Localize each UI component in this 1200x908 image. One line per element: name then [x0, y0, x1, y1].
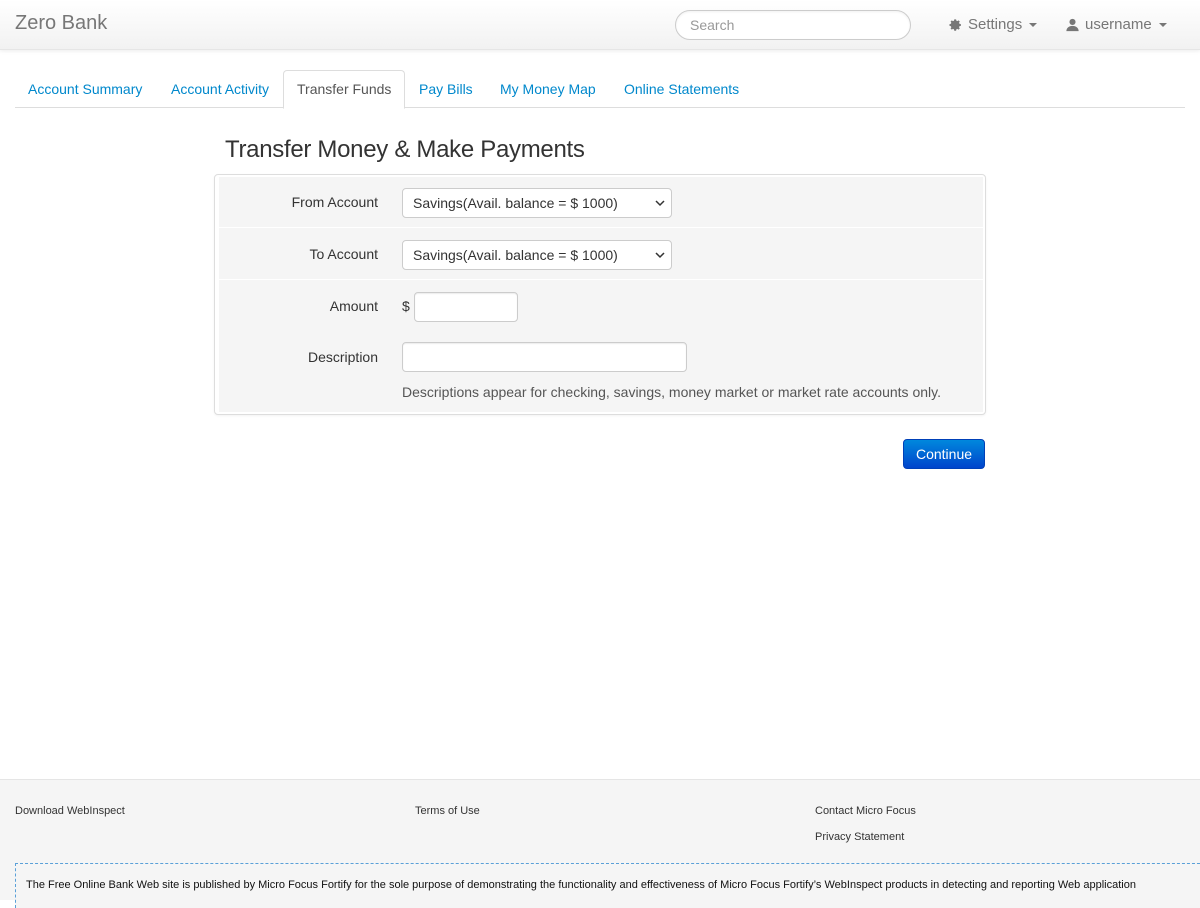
description-label: Description — [307, 349, 378, 365]
username-label: username — [1085, 16, 1152, 33]
tab-transfer-funds[interactable]: Transfer Funds — [283, 70, 406, 109]
chevron-down-icon — [655, 200, 665, 207]
user-icon — [1066, 18, 1079, 31]
search-input[interactable] — [675, 10, 911, 40]
disclaimer-box: The Free Online Bank Web site is publish… — [15, 863, 1200, 908]
tab-pay-bills[interactable]: Pay Bills — [406, 70, 486, 108]
caret-down-icon — [1029, 22, 1038, 27]
from-account-select[interactable]: Savings(Avail. balance = $ 1000) — [402, 188, 672, 218]
continue-button[interactable]: Continue — [903, 439, 985, 469]
privacy-statement-link[interactable]: Privacy Statement — [815, 831, 904, 843]
disclaimer-text: The Free Online Bank Web site is publish… — [26, 879, 1136, 891]
transfer-form: From Account Savings(Avail. balance = $ … — [214, 174, 986, 415]
form-body: From Account Savings(Avail. balance = $ … — [219, 177, 983, 412]
tab-online-statements[interactable]: Online Statements — [611, 70, 752, 108]
terms-of-use-link[interactable]: Terms of Use — [415, 805, 480, 817]
settings-dropdown[interactable]: Settings — [949, 16, 1038, 33]
tab-account-summary[interactable]: Account Summary — [15, 70, 155, 108]
amount-input[interactable] — [414, 292, 518, 322]
caret-down-icon — [1158, 22, 1167, 27]
chevron-down-icon — [655, 252, 665, 259]
footer: Download WebInspect Terms of Use Contact… — [0, 779, 1200, 908]
from-account-label: From Account — [291, 194, 378, 210]
from-account-value: Savings(Avail. balance = $ 1000) — [413, 195, 618, 211]
page-title: Transfer Money & Make Payments — [225, 136, 585, 163]
top-navbar: Zero Bank Settings username — [0, 0, 1200, 50]
row-divider — [219, 279, 983, 280]
to-account-label: To Account — [309, 246, 379, 262]
contact-link[interactable]: Contact Micro Focus — [815, 805, 916, 817]
description-input[interactable] — [402, 342, 687, 372]
tab-my-money-map[interactable]: My Money Map — [487, 70, 609, 108]
amount-label: Amount — [329, 298, 378, 314]
currency-symbol: $ — [402, 298, 410, 314]
to-account-select[interactable]: Savings(Avail. balance = $ 1000) — [402, 240, 672, 270]
brand-logo[interactable]: Zero Bank — [15, 12, 107, 35]
tab-bar: Account Summary Account Activity Transfe… — [15, 70, 1185, 109]
tab-account-activity[interactable]: Account Activity — [158, 70, 282, 108]
row-divider — [219, 227, 983, 228]
settings-label: Settings — [968, 16, 1023, 33]
download-webinspect-link[interactable]: Download WebInspect — [15, 805, 125, 817]
gear-icon — [949, 18, 961, 31]
description-help-text: Descriptions appear for checking, saving… — [402, 384, 941, 400]
user-dropdown[interactable]: username — [1066, 16, 1167, 33]
to-account-value: Savings(Avail. balance = $ 1000) — [413, 247, 618, 263]
